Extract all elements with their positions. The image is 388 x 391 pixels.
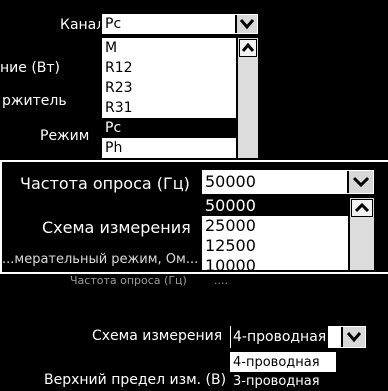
scheme-dropdown-button[interactable] [341, 327, 365, 347]
list-item[interactable]: 50000 [202, 198, 348, 216]
scheme-label: Схема измерения [92, 328, 223, 344]
scheme-dropdown-list[interactable]: 3-проводная 4-проводная [228, 350, 338, 391]
frequency-dropdown-list[interactable]: 10000 12500 25000 50000 [200, 196, 376, 272]
scroll-up-button[interactable] [351, 199, 373, 217]
cut-off-label: ...мерательный режим, Ом... [2, 252, 199, 267]
scheme-combo-value: 4-проводная [231, 326, 329, 348]
frequency-combo[interactable]: 50000 [200, 168, 376, 196]
frequency-faded-label: Частота опроса (Гц) [70, 274, 187, 287]
scheme-panel: Частота опроса (Гц) .... Схема измерения… [0, 272, 388, 391]
chevron-up-icon [355, 203, 369, 213]
frequency-label: Частота опроса (Гц) [20, 174, 190, 193]
frequency-dropdown-button[interactable] [347, 171, 373, 193]
upper-limit-label: Верхний предел изм. (В) [44, 372, 227, 388]
list-item[interactable]: 4-проводная [230, 353, 336, 372]
list-item[interactable]: 3-проводная [230, 372, 336, 389]
frequency-panel: Частота опроса (Гц) Схема измерения ...м… [0, 160, 388, 272]
frequency-faded-value: .... [214, 274, 228, 287]
frequency-combo-value: 50000 [205, 172, 256, 191]
curved-arrow-icon [0, 0, 270, 160]
frequency-list-scrollbar[interactable] [348, 198, 374, 270]
screenshot-collage: Канал ние (Вт) ржитель Режим Pc Ph Pc R31 R… [0, 0, 388, 391]
channel-panel: Канал ние (Вт) ржитель Режим Pc Ph Pc R31 R… [0, 0, 270, 160]
list-item[interactable]: 25000 [202, 216, 348, 236]
scheme-combo[interactable]: 4-проводная [228, 324, 368, 350]
chevron-down-icon [347, 332, 361, 343]
chevron-down-icon [353, 176, 369, 188]
scheme-label: Схема измерения [42, 218, 191, 237]
list-item[interactable]: 12500 [202, 236, 348, 256]
list-item[interactable]: 10000 [202, 256, 348, 270]
